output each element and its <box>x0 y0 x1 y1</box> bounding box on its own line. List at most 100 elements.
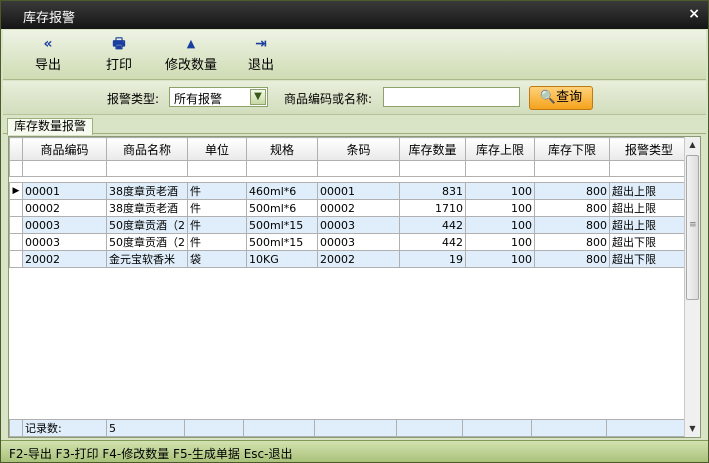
table-cell[interactable]: 100 <box>465 182 535 200</box>
column-header[interactable]: 报警类型 <box>609 137 689 161</box>
table-cell[interactable]: 00003 <box>22 233 107 251</box>
table-cell[interactable]: 442 <box>399 216 466 234</box>
table-cell[interactable]: 00003 <box>22 216 107 234</box>
status-bar: F2-导出 F3-打印 F4-修改数量 F5-生成单据 Esc-退出 <box>1 440 708 462</box>
tab-stock-quantity-alarm[interactable]: 库存数量报警 <box>7 118 94 135</box>
table-cell[interactable]: 20002 <box>317 250 400 268</box>
column-header[interactable]: 商品编码 <box>22 137 107 161</box>
table-cell[interactable]: 100 <box>465 216 535 234</box>
query-button[interactable]: 🔍查询 <box>529 86 593 110</box>
table-cell[interactable]: 超出上限 <box>609 182 689 200</box>
filter-cell[interactable] <box>465 160 535 177</box>
table-cell[interactable]: 800 <box>534 250 610 268</box>
filter-cell[interactable] <box>399 160 466 177</box>
filter-cell[interactable] <box>22 160 107 177</box>
table-cell[interactable]: 袋 <box>187 250 247 268</box>
row-indicator <box>9 250 23 268</box>
table-row[interactable]: 00003 50度章贡酒（2 件 500ml*15 00003 442 100 … <box>9 216 689 234</box>
row-indicator <box>9 216 23 234</box>
footer-cell <box>314 419 397 437</box>
filter-cell[interactable] <box>246 160 318 177</box>
table-cell[interactable]: 00001 <box>22 182 107 200</box>
column-header[interactable]: 商品名称 <box>106 137 188 161</box>
table-cell[interactable]: 件 <box>187 199 247 217</box>
column-header[interactable]: 条码 <box>317 137 400 161</box>
scroll-up-icon[interactable]: ▲ <box>685 137 700 153</box>
table-cell[interactable]: 50度章贡酒（2 <box>106 216 188 234</box>
grip-icon: ≡ <box>689 220 697 230</box>
alarm-type-select[interactable]: 所有报警 ▼ <box>169 87 268 107</box>
modify-quantity-button[interactable]: ▲ 修改数量 <box>163 34 219 76</box>
filter-cell[interactable] <box>609 160 689 177</box>
table-cell[interactable]: 800 <box>534 216 610 234</box>
footer-cell <box>606 419 686 437</box>
table-cell[interactable]: 10KG <box>246 250 318 268</box>
column-header[interactable]: 库存下限 <box>534 137 610 161</box>
filter-cell[interactable] <box>187 160 247 177</box>
table-cell[interactable]: 100 <box>465 250 535 268</box>
stock-alarm-window: 库存报警 × « 导出 🖶 打印 ▲ 修改数量 ⇥ 退出 报警类型: 所有报警 … <box>0 0 709 463</box>
title-bar[interactable]: 库存报警 × <box>1 1 708 29</box>
column-header[interactable]: 单位 <box>187 137 247 161</box>
table-cell[interactable]: 500ml*6 <box>246 199 318 217</box>
table-cell[interactable]: 460ml*6 <box>246 182 318 200</box>
table-cell[interactable]: 件 <box>187 182 247 200</box>
search-bar: 报警类型: 所有报警 ▼ 商品编码或名称: 🔍查询 <box>3 81 706 115</box>
table-cell[interactable]: 超出上限 <box>609 199 689 217</box>
table-cell[interactable]: 100 <box>465 233 535 251</box>
column-header[interactable]: 库存数量 <box>399 137 466 161</box>
table-cell[interactable]: 38度章贡老酒 <box>106 182 188 200</box>
table-cell[interactable]: 19 <box>399 250 466 268</box>
table-cell[interactable]: 50度章贡酒（2 <box>106 233 188 251</box>
column-header[interactable]: 库存上限 <box>465 137 535 161</box>
filter-row <box>9 160 689 177</box>
table-cell[interactable]: 件 <box>187 216 247 234</box>
double-left-arrow-icon: « <box>43 36 53 52</box>
table-cell[interactable]: 500ml*15 <box>246 216 318 234</box>
table-cell[interactable]: 100 <box>465 199 535 217</box>
table-cell[interactable]: 800 <box>534 182 610 200</box>
table-cell[interactable]: 00001 <box>317 182 400 200</box>
table-cell[interactable]: 超出下限 <box>609 250 689 268</box>
table-cell[interactable]: 金元宝软香米 <box>106 250 188 268</box>
table-cell[interactable]: 超出下限 <box>609 233 689 251</box>
filter-cell[interactable] <box>317 160 400 177</box>
exit-label: 退出 <box>247 58 274 73</box>
table-cell[interactable]: 00003 <box>317 233 400 251</box>
filter-cell[interactable] <box>534 160 610 177</box>
table-row[interactable]: 20002 金元宝软香米 袋 10KG 20002 19 100 800 超出下… <box>9 250 689 268</box>
table-cell[interactable]: 超出上限 <box>609 216 689 234</box>
scroll-thumb[interactable]: ≡ <box>686 155 699 300</box>
table-cell[interactable]: 38度章贡老酒 <box>106 199 188 217</box>
table-cell[interactable]: 00002 <box>22 199 107 217</box>
table-row[interactable]: ▶ 00001 38度章贡老酒 件 460ml*6 00001 831 100 … <box>9 182 689 200</box>
table-cell[interactable]: 00002 <box>317 199 400 217</box>
table-cell[interactable]: 442 <box>399 233 466 251</box>
table-cell[interactable]: 800 <box>534 199 610 217</box>
scroll-down-icon[interactable]: ▼ <box>685 421 700 437</box>
table-cell[interactable]: 1710 <box>399 199 466 217</box>
chevron-down-icon[interactable]: ▼ <box>250 89 266 105</box>
table-cell[interactable]: 500ml*15 <box>246 233 318 251</box>
table-cell[interactable]: 831 <box>399 182 466 200</box>
table-row[interactable]: 00003 50度章贡酒（2 件 500ml*15 00003 442 100 … <box>9 233 689 251</box>
table-cell[interactable]: 20002 <box>22 250 107 268</box>
printer-icon: 🖶 <box>112 36 126 52</box>
filter-cell[interactable] <box>106 160 188 177</box>
code-or-name-input[interactable] <box>383 87 520 107</box>
print-button[interactable]: 🖶 打印 <box>104 34 134 76</box>
vertical-scrollbar[interactable]: ▲ ≡ ▼ <box>684 137 700 437</box>
table-cell[interactable]: 800 <box>534 233 610 251</box>
footer-cell <box>396 419 463 437</box>
table-cell[interactable]: 00003 <box>317 216 400 234</box>
modify-quantity-label: 修改数量 <box>164 58 217 73</box>
code-or-name-label: 商品编码或名称: <box>284 92 373 106</box>
table-cell[interactable]: 件 <box>187 233 247 251</box>
column-header[interactable]: 规格 <box>246 137 318 161</box>
close-icon[interactable]: × <box>688 6 700 22</box>
current-row-indicator-icon: ▶ <box>9 182 23 200</box>
export-button[interactable]: « 导出 <box>33 34 63 76</box>
table-row[interactable]: 00002 38度章贡老酒 件 500ml*6 00002 1710 100 8… <box>9 199 689 217</box>
exit-button[interactable]: ⇥ 退出 <box>246 34 276 76</box>
footer-row: 记录数: 5 <box>9 419 686 437</box>
